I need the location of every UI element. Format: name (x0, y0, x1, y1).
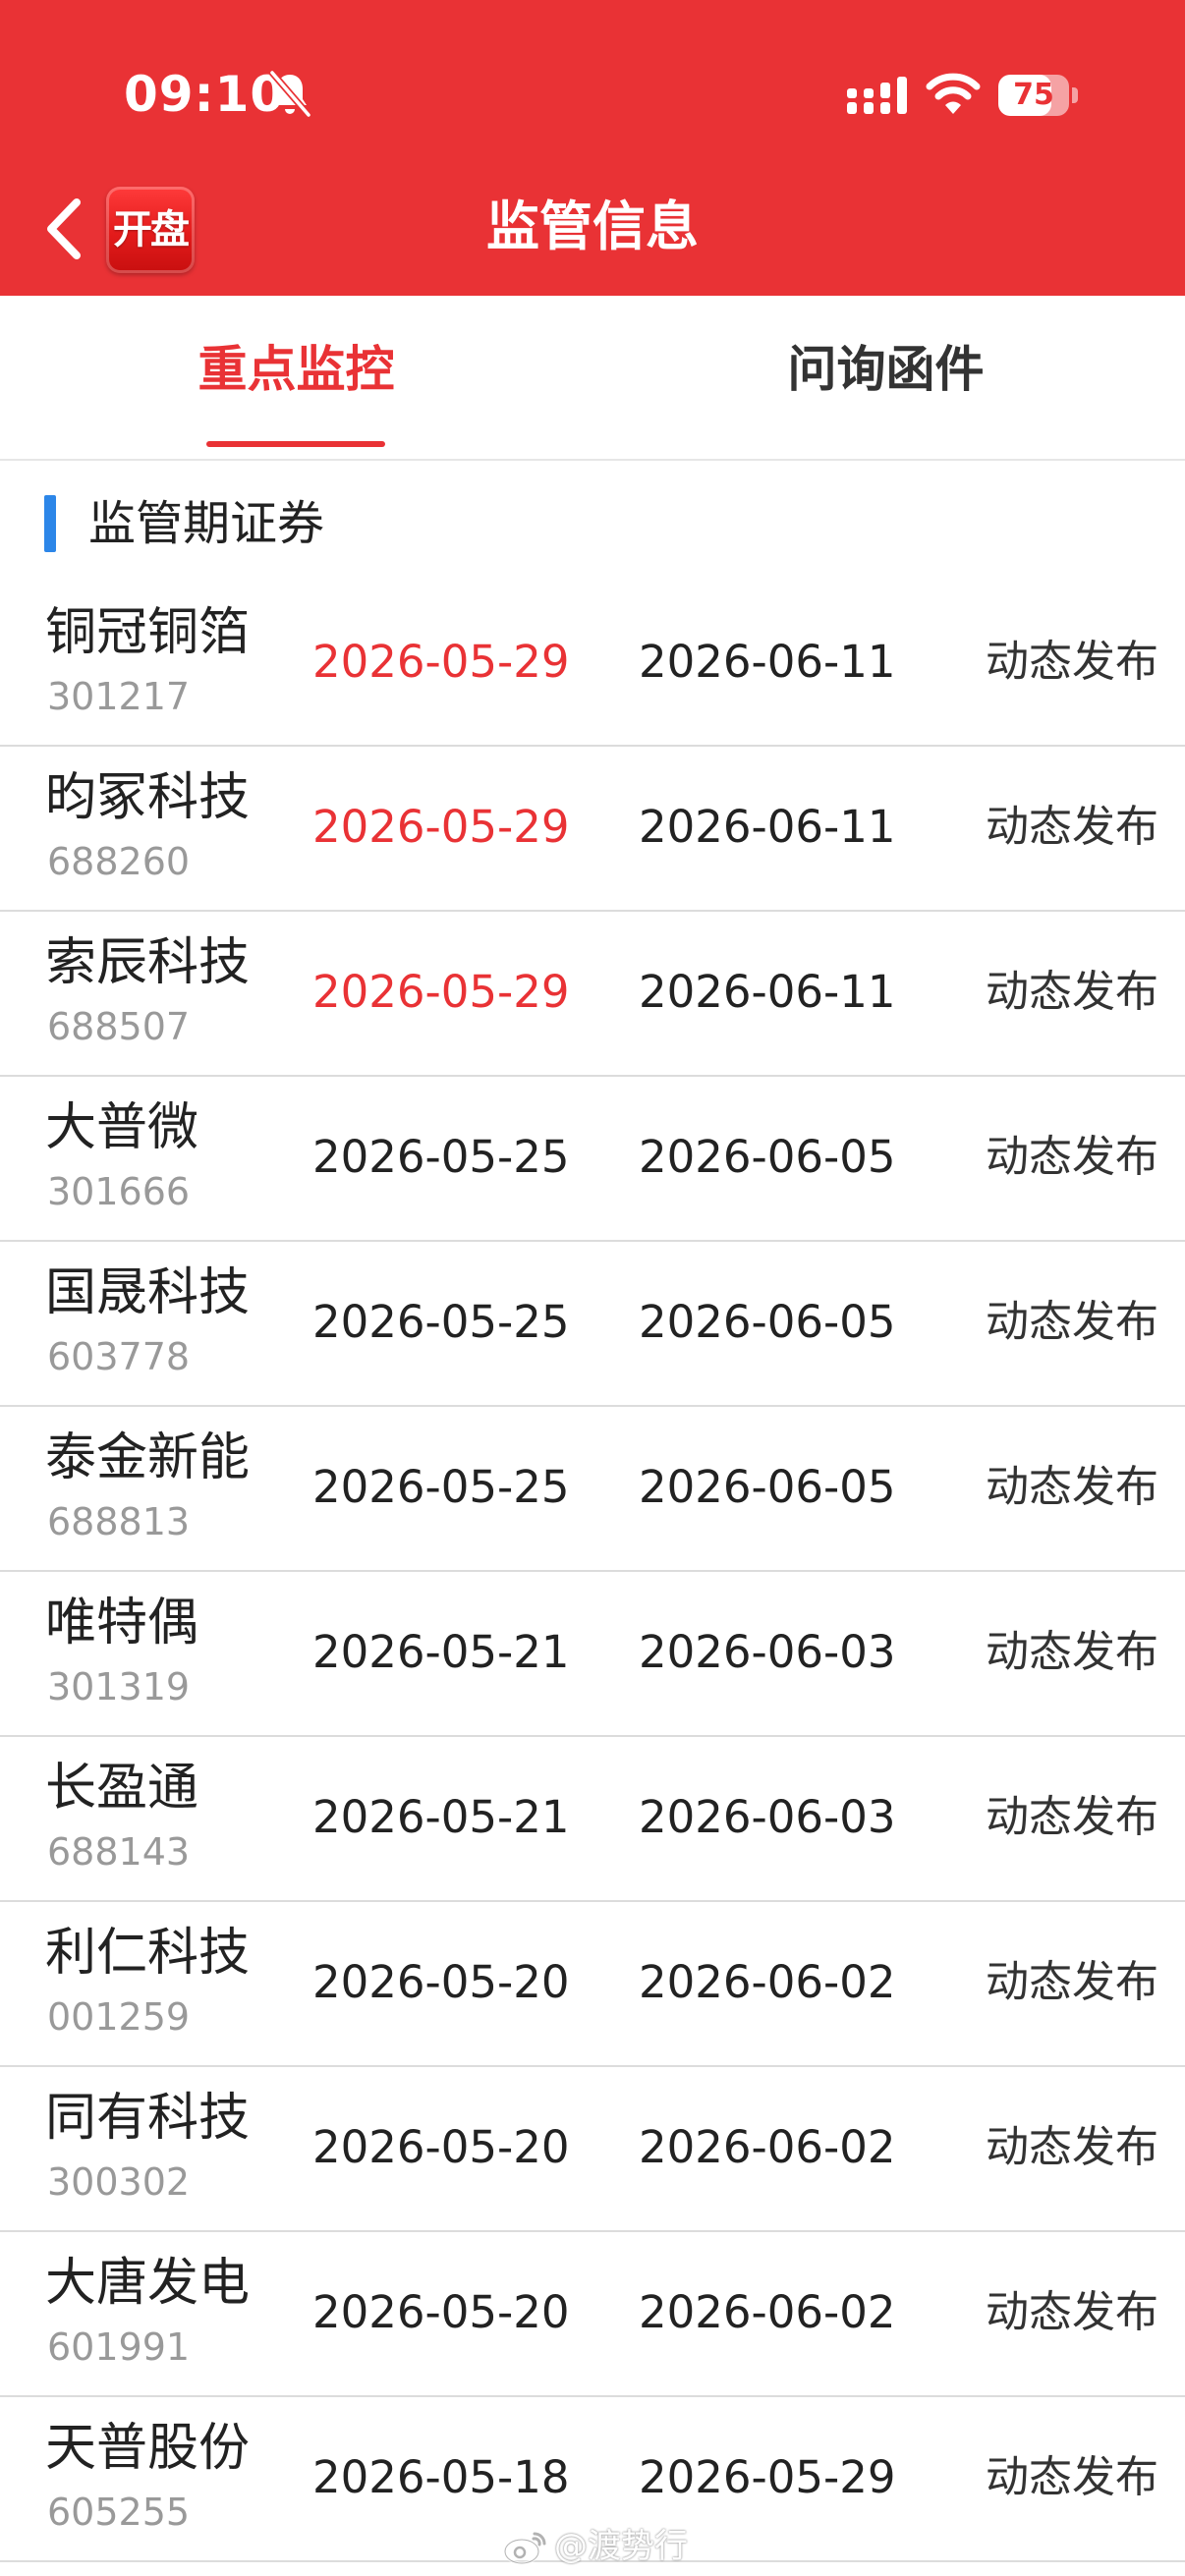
stock-name: 唯特偶 (45, 1594, 199, 1652)
dynamic-release-link[interactable]: 动态发布 (986, 1126, 1158, 1189)
dynamic-release-link[interactable]: 动态发布 (986, 1456, 1158, 1519)
stock-code: 603778 (47, 1335, 191, 1378)
dynamic-release-link[interactable]: 动态发布 (986, 2116, 1158, 2179)
dynamic-release-link[interactable]: 动态发布 (986, 961, 1158, 1024)
stock-code: 688143 (47, 1830, 191, 1874)
end-date: 2026-05-29 (639, 2451, 896, 2503)
start-date: 2026-05-20 (312, 1956, 570, 2008)
dynamic-release-link[interactable]: 动态发布 (986, 1291, 1158, 1354)
start-date: 2026-05-18 (312, 2451, 570, 2503)
end-date: 2026-06-03 (639, 1626, 896, 1678)
active-tab-indicator (206, 441, 385, 447)
stock-code: 688813 (47, 1500, 191, 1543)
stock-name: 大普微 (45, 1098, 199, 1157)
watermark: @渡势行 (503, 2525, 688, 2568)
table-row[interactable]: 铜冠铜箔 301217 2026-05-29 2026-06-11 动态发布 (0, 582, 1185, 747)
end-date: 2026-06-03 (639, 1791, 896, 1843)
start-date: 2026-05-29 (312, 966, 570, 1018)
stock-name: 同有科技 (45, 2089, 251, 2148)
signal-icon (847, 77, 907, 114)
tab-key-monitoring[interactable]: 重点监控 (0, 335, 592, 433)
weibo-icon (503, 2532, 546, 2565)
battery-icon: 75 (998, 75, 1079, 116)
battery-tip (1072, 87, 1078, 103)
start-date: 2026-05-21 (312, 1626, 570, 1678)
bell-slash-icon (268, 69, 312, 119)
table-row[interactable]: 大唐发电 601991 2026-05-20 2026-06-02 动态发布 (0, 2232, 1185, 2397)
start-date: 2026-05-20 (312, 2286, 570, 2338)
dynamic-release-link[interactable]: 动态发布 (986, 2446, 1158, 2509)
end-date: 2026-06-11 (639, 966, 896, 1018)
start-date: 2026-05-29 (312, 801, 570, 853)
stock-code: 688260 (47, 840, 191, 883)
end-date: 2026-06-05 (639, 1131, 896, 1183)
stock-code: 301319 (47, 1665, 191, 1708)
table-row[interactable]: 大普微 301666 2026-05-25 2026-06-05 动态发布 (0, 1077, 1185, 1242)
table-row[interactable]: 国晟科技 603778 2026-05-25 2026-06-05 动态发布 (0, 1242, 1185, 1407)
table-row[interactable]: 泰金新能 688813 2026-05-25 2026-06-05 动态发布 (0, 1407, 1185, 1572)
header: 09:10 75 开盘 监管信息 (0, 0, 1185, 296)
app-screen: 09:10 75 开盘 监管信息 重点监控 问询函件 监管期证券 铜冠铜箔 30… (0, 0, 1185, 2576)
stock-code: 601991 (47, 2325, 191, 2369)
start-date: 2026-05-25 (312, 1461, 570, 1513)
end-date: 2026-06-05 (639, 1296, 896, 1348)
dynamic-release-link[interactable]: 动态发布 (986, 631, 1158, 694)
stock-name: 铜冠铜箔 (45, 603, 251, 662)
stock-code: 301217 (47, 675, 191, 718)
page-title: 监管信息 (486, 196, 699, 257)
table-row[interactable]: 长盈通 688143 2026-05-21 2026-06-03 动态发布 (0, 1737, 1185, 1902)
stock-code: 300302 (47, 2160, 191, 2204)
dynamic-release-link[interactable]: 动态发布 (986, 1621, 1158, 1684)
start-date: 2026-05-29 (312, 636, 570, 688)
stock-code: 301666 (47, 1170, 191, 1213)
wifi-icon (926, 73, 981, 114)
stock-name: 索辰科技 (45, 933, 251, 992)
end-date: 2026-06-11 (639, 801, 896, 853)
stock-name: 昀冢科技 (45, 768, 251, 827)
securities-list: 铜冠铜箔 301217 2026-05-29 2026-06-11 动态发布 昀… (0, 582, 1185, 2562)
stock-name: 泰金新能 (45, 1428, 251, 1487)
dynamic-release-link[interactable]: 动态发布 (986, 1951, 1158, 2014)
stock-code: 688507 (47, 1005, 191, 1048)
stock-name: 大唐发电 (45, 2254, 251, 2313)
status-time: 09:10 (124, 66, 286, 123)
battery-percent: 75 (1013, 78, 1054, 112)
end-date: 2026-06-05 (639, 1461, 896, 1513)
start-date: 2026-05-25 (312, 1296, 570, 1348)
section-accent-bar (44, 495, 56, 552)
table-row[interactable]: 昀冢科技 688260 2026-05-29 2026-06-11 动态发布 (0, 747, 1185, 912)
stock-name: 长盈通 (45, 1759, 199, 1818)
dynamic-release-link[interactable]: 动态发布 (986, 796, 1158, 859)
start-date: 2026-05-21 (312, 1791, 570, 1843)
watermark-text: @渡势行 (554, 2527, 688, 2566)
table-row[interactable]: 同有科技 300302 2026-05-20 2026-06-02 动态发布 (0, 2067, 1185, 2232)
end-date: 2026-06-02 (639, 1956, 896, 2008)
tab-inquiry-letters[interactable]: 问询函件 (590, 335, 1182, 433)
stock-name: 国晟科技 (45, 1263, 251, 1322)
stock-code: 001259 (47, 1995, 191, 2039)
table-row[interactable]: 索辰科技 688507 2026-05-29 2026-06-11 动态发布 (0, 912, 1185, 1077)
dynamic-release-link[interactable]: 动态发布 (986, 2281, 1158, 2344)
start-date: 2026-05-20 (312, 2121, 570, 2173)
section-title: 监管期证券 (88, 496, 325, 551)
table-row[interactable]: 唯特偶 301319 2026-05-21 2026-06-03 动态发布 (0, 1572, 1185, 1737)
stock-name: 利仁科技 (45, 1924, 251, 1983)
tab-bar: 重点监控 问询函件 (0, 296, 1185, 461)
dynamic-release-link[interactable]: 动态发布 (986, 1786, 1158, 1849)
start-date: 2026-05-25 (312, 1131, 570, 1183)
battery-body: 75 (998, 75, 1069, 116)
stock-code: 605255 (47, 2491, 191, 2534)
end-date: 2026-06-02 (639, 2286, 896, 2338)
end-date: 2026-06-11 (639, 636, 896, 688)
table-row[interactable]: 利仁科技 001259 2026-05-20 2026-06-02 动态发布 (0, 1902, 1185, 2067)
stock-name: 天普股份 (45, 2419, 251, 2478)
end-date: 2026-06-02 (639, 2121, 896, 2173)
